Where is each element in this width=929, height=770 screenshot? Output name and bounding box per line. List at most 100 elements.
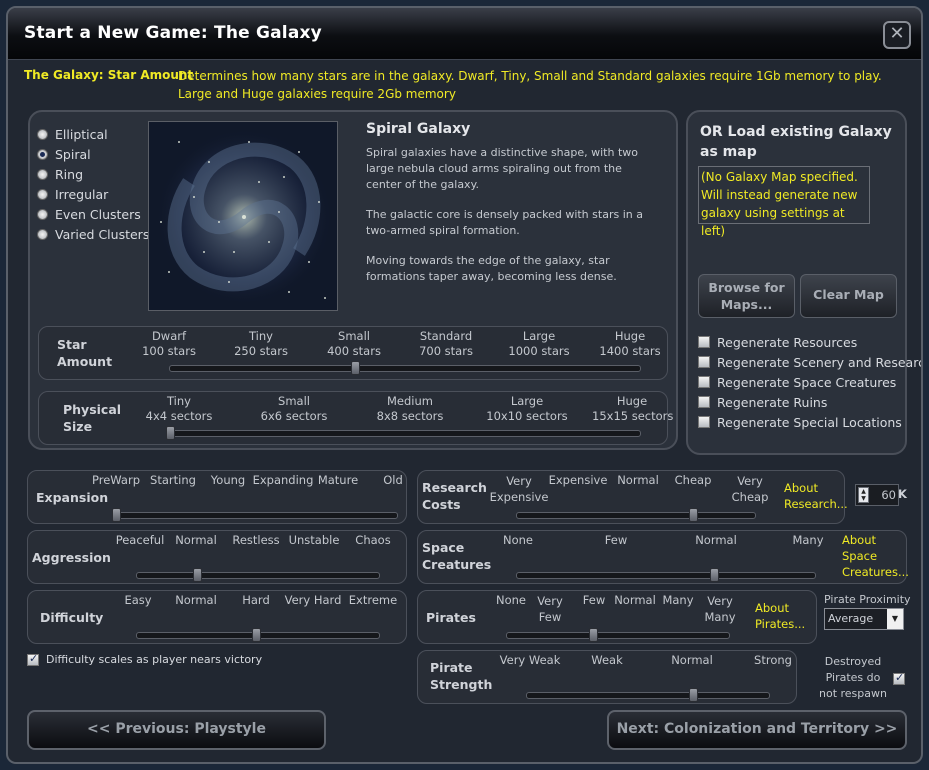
about-research-link[interactable]: About Research... — [784, 480, 848, 512]
research-slider-handle[interactable] — [689, 508, 698, 522]
spinner-arrows-icon[interactable]: ▲ ▼ — [858, 487, 869, 503]
browse-maps-button[interactable]: Browse for Maps... — [698, 274, 795, 318]
star-amount-slider-handle[interactable] — [351, 361, 360, 375]
research-slider-track[interactable] — [516, 512, 756, 519]
radio-icon — [37, 188, 48, 200]
space-creatures-row: Space Creatures None Few Normal Many Abo… — [417, 530, 909, 584]
pirates-slider-track[interactable] — [506, 632, 730, 639]
radio-ring[interactable]: Ring — [37, 164, 149, 184]
checkbox-icon — [698, 356, 710, 368]
tick-many: Many — [662, 593, 694, 607]
physical-size-slider-track[interactable] — [169, 430, 641, 437]
tick-very-cheap: Very Cheap — [731, 474, 769, 504]
shape-description-2: The galactic core is densely packed with… — [366, 208, 643, 237]
tick-label: Large — [510, 394, 544, 408]
checkbox-icon — [698, 396, 710, 408]
tick-sub-label: 8x8 sectors — [376, 409, 444, 423]
checkbox-icon — [698, 336, 710, 348]
about-space-creatures-link[interactable]: About Space Creatures... — [842, 532, 909, 580]
radio-spiral[interactable]: Spiral — [37, 144, 149, 164]
research-costs-row: Research Costs Very Expensive Expensive … — [417, 470, 848, 524]
tick-very-many: Very Many — [704, 594, 736, 624]
radio-icon — [37, 128, 48, 140]
pirate-strength-row: Pirate Strength Very Weak Weak Normal St… — [417, 650, 797, 704]
tick-restless: Restless — [232, 533, 280, 547]
checkbox-checked-icon — [27, 652, 39, 666]
radio-icon — [37, 208, 48, 220]
tick-dwarf: Dwarf 100 stars — [124, 329, 214, 359]
tick-expensive: Expensive — [548, 473, 608, 487]
difficulty-scales-checkbox[interactable]: Difficulty scales as player nears victor… — [27, 652, 263, 666]
destroyed-pirates-checkbox[interactable] — [893, 671, 905, 685]
tick-prewarp: PreWarp — [92, 473, 140, 487]
checkbox-label: Regenerate Space Creatures — [717, 374, 897, 390]
creatures-slider-handle[interactable] — [710, 568, 719, 582]
regenerate-options: Regenerate Resources Regenerate Scenery … — [698, 332, 921, 432]
galaxy-settings-panel: Elliptical Spiral Ring Irregular Even Cl… — [28, 110, 678, 450]
shape-description: Spiral Galaxy Spiral galaxies have a dis… — [366, 121, 656, 285]
shape-title: Spiral Galaxy — [366, 121, 471, 137]
research-multiplier-spinner[interactable]: ▲ ▼ 60 — [855, 484, 899, 506]
tick-easy: Easy — [124, 593, 152, 607]
next-button[interactable]: Next: Colonization and Territory >> — [607, 710, 907, 750]
checkbox-label: Regenerate Ruins — [717, 394, 828, 410]
radio-label: Varied Clusters — [55, 226, 150, 242]
radio-elliptical[interactable]: Elliptical — [37, 124, 149, 144]
clear-map-button[interactable]: Clear Map — [800, 274, 897, 318]
pirate-proximity-dropdown[interactable]: Average ▼ — [824, 608, 904, 630]
pirates-slider-handle[interactable] — [589, 628, 598, 642]
tick-strong: Strong — [754, 653, 792, 667]
tick-normal: Normal — [175, 593, 217, 607]
aggression-slider-handle[interactable] — [193, 568, 202, 582]
difficulty-slider-handle[interactable] — [252, 628, 261, 642]
radio-selected-icon — [37, 148, 48, 160]
star-amount-row: Star Amount Dwarf 100 stars Tiny 250 stars… — [38, 326, 668, 380]
shape-radio-group: Elliptical Spiral Ring Irregular Even Cl… — [37, 124, 149, 244]
regenerate-resources-checkbox[interactable]: Regenerate Resources — [698, 332, 921, 352]
tick-label: Small — [278, 394, 310, 408]
tick-label: Dwarf — [151, 329, 187, 343]
tick-sub-label: 6x6 sectors — [260, 409, 328, 423]
pirate-strength-slider-track[interactable] — [526, 692, 770, 699]
tick-peaceful: Peaceful — [115, 533, 165, 547]
chevron-down-icon[interactable]: ▼ — [887, 609, 903, 629]
radio-even-clusters[interactable]: Even Clusters — [37, 204, 149, 224]
regenerate-ruins-checkbox[interactable]: Regenerate Ruins — [698, 392, 921, 412]
star-amount-slider-track[interactable] — [169, 365, 641, 372]
tick-unstable: Unstable — [288, 533, 340, 547]
regenerate-special-locations-checkbox[interactable]: Regenerate Special Locations — [698, 412, 921, 432]
tick-standard: Standard 700 stars — [401, 329, 491, 359]
tick-large: Large 1000 stars — [494, 329, 584, 359]
expansion-row: Expansion PreWarp Starting Young Expandi… — [27, 470, 407, 524]
tick-huge: Huge 15x15 sectors — [592, 394, 673, 424]
load-map-title: OR Load existing Galaxy as map — [700, 124, 892, 160]
tick-expanding: Expanding — [252, 473, 314, 487]
physical-size-slider-handle[interactable] — [166, 426, 175, 440]
tick-old: Old — [383, 473, 403, 487]
expansion-slider-handle[interactable] — [112, 508, 121, 522]
aggression-slider-track[interactable] — [136, 572, 380, 579]
pirate-strength-slider-handle[interactable] — [689, 688, 698, 702]
creatures-slider-track[interactable] — [516, 572, 816, 579]
previous-button[interactable]: << Previous: Playstyle — [27, 710, 326, 750]
pirates-row: Pirates None Very Few Few Normal Many Ve… — [417, 590, 817, 644]
tick-large: Large 10x10 sectors — [482, 394, 572, 424]
tick-small: Small 6x6 sectors — [249, 394, 339, 424]
radio-label: Irregular — [55, 186, 109, 202]
tick-label: Huge — [616, 394, 648, 408]
regenerate-scenery-checkbox[interactable]: Regenerate Scenery and Research — [698, 352, 921, 372]
tick-weak: Weak — [591, 653, 623, 667]
checkbox-label: Difficulty scales as player nears victor… — [46, 653, 263, 666]
radio-irregular[interactable]: Irregular — [37, 184, 149, 204]
tick-normal: Normal — [175, 533, 217, 547]
destroyed-pirates-label: Destroyed Pirates do not respawn — [819, 655, 887, 700]
close-icon[interactable]: ✕ — [883, 21, 911, 49]
expansion-slider-track[interactable] — [116, 512, 398, 519]
tick-label: Tiny — [249, 329, 273, 343]
title-bar: Start a New Game: The Galaxy ✕ — [8, 8, 921, 60]
about-pirates-link[interactable]: About Pirates... — [755, 600, 817, 632]
radio-varied-clusters[interactable]: Varied Clusters — [37, 224, 149, 244]
regenerate-creatures-checkbox[interactable]: Regenerate Space Creatures — [698, 372, 921, 392]
tick-sub-label: 400 stars — [327, 344, 381, 358]
tick-sub-label: 1000 stars — [508, 344, 570, 358]
